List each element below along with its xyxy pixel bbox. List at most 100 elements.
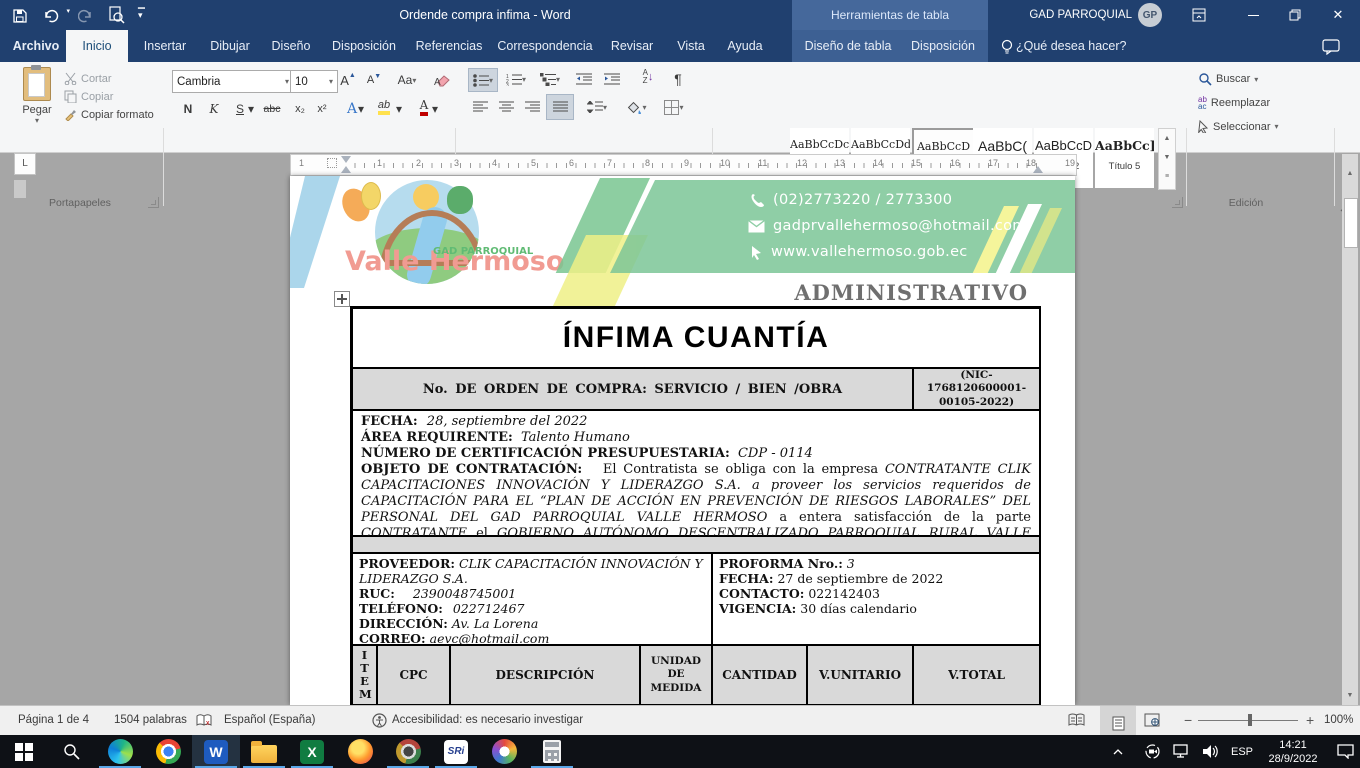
start-button[interactable] [0,735,48,768]
text-effects-chevron[interactable]: ▾ [356,98,366,120]
tell-me-box[interactable]: ¿Qué desea hacer? [1016,30,1146,62]
tab-diseno[interactable]: Diseño [264,30,318,62]
bullets-button[interactable]: ▾ [468,68,498,92]
qat-customize-icon[interactable]: ▔▾ [138,8,145,30]
font-name-combobox[interactable]: Cambria▾ [172,70,294,93]
taskbar-search[interactable] [48,735,96,768]
tab-vista[interactable]: Vista [668,30,714,62]
align-right-button[interactable] [520,96,544,118]
hanging-indent-marker[interactable] [341,166,351,173]
taskbar-edge[interactable] [96,735,144,768]
taskbar-paint[interactable] [480,735,528,768]
taskbar-sri[interactable]: SRi [432,735,480,768]
print-layout-icon[interactable] [1100,706,1136,735]
taskbar-word[interactable]: W [192,735,240,768]
tab-referencias[interactable]: Referencias [410,30,488,62]
change-case-button[interactable]: Aa▾ [392,69,422,91]
increase-indent-button[interactable] [600,68,624,90]
taskbar-chrome-profile[interactable] [384,735,432,768]
zoom-level[interactable]: 100% [1324,706,1353,735]
feedback-icon[interactable] [1322,38,1340,56]
horizontal-ruler[interactable]: 1 1 2 3 4 5 6 7 8 9 10 11 12 13 14 15 16… [290,154,1077,176]
bold-button[interactable]: N [176,98,200,120]
replace-button[interactable]: abac Reemplazar [1198,96,1270,110]
zoom-out-button[interactable]: − [1184,706,1192,735]
tray-meet-now-icon[interactable] [1138,735,1166,768]
account-name[interactable]: GAD PARROQUIAL [1022,0,1132,30]
line-spacing-button[interactable]: ▾ [582,96,612,118]
align-left-button[interactable] [468,96,492,118]
highlight-button[interactable]: ab [372,96,396,118]
style-titulo-5[interactable]: AaBbCc] Título 5 [1095,128,1154,188]
read-mode-icon[interactable] [1068,713,1085,729]
right-indent-marker[interactable] [1033,166,1043,173]
superscript-button[interactable]: x² [310,98,334,120]
shrink-font-button[interactable]: A▼ [362,69,386,91]
styles-gallery-scroll[interactable]: ▲▼≡ [1158,128,1176,190]
page-indicator[interactable]: Página 1 de 4 [18,706,89,735]
paste-button[interactable]: Pegar ▾ [14,67,60,125]
zoom-in-button[interactable]: + [1306,706,1314,735]
decrease-indent-button[interactable] [572,68,596,90]
borders-button[interactable]: ▾ [658,96,690,118]
close-button[interactable]: ✕ [1316,0,1360,30]
highlight-chevron[interactable]: ▾ [394,98,404,120]
word-count[interactable]: 1504 palabras [114,706,187,735]
taskbar-explorer[interactable] [240,735,288,768]
strikethrough-button[interactable]: abc [260,98,284,120]
taskbar-calculator[interactable] [528,735,576,768]
undo-icon[interactable]: ▾ [42,7,70,25]
tray-volume-icon[interactable] [1196,735,1224,768]
tab-revisar[interactable]: Revisar [602,30,662,62]
tray-language[interactable]: ESP [1226,735,1258,768]
tab-dibujar[interactable]: Dibujar [202,30,258,62]
scroll-up-arrow[interactable]: ▲ [1342,170,1358,177]
styles-dialog-launcher[interactable] [1172,197,1183,208]
vertical-scrollbar[interactable]: ▲ ▼ [1342,154,1358,705]
tab-archivo[interactable]: Archivo [12,30,60,62]
taskbar-firefox[interactable] [336,735,384,768]
tab-diseno-de-tabla[interactable]: Diseño de tabla [796,30,900,62]
numbering-button[interactable]: 123▾ [502,68,530,90]
first-line-indent-marker[interactable] [341,156,351,163]
ribbon-display-options-icon[interactable] [1178,0,1220,30]
select-button[interactable]: Seleccionar▾ [1198,120,1279,133]
pilcrow-button[interactable]: ¶ [666,68,690,90]
scrollbar-thumb[interactable] [1344,198,1358,248]
shading-button[interactable]: ▾ [622,96,652,118]
avatar[interactable]: GP [1138,3,1162,27]
tab-disposicion[interactable]: Disposición [324,30,404,62]
print-preview-icon[interactable] [108,6,125,24]
font-color-chevron[interactable]: ▾ [430,98,440,120]
multilevel-list-button[interactable]: ▾ [536,68,564,90]
scroll-down-arrow[interactable]: ▼ [1342,692,1358,699]
font-size-combobox[interactable]: 10▾ [290,70,338,93]
accessibility-status[interactable]: Accesibilidad: es necesario investigar [392,706,583,735]
zoom-slider-thumb[interactable] [1248,714,1252,726]
tray-show-hidden-icons[interactable] [1104,735,1132,768]
restore-button[interactable] [1274,0,1316,30]
format-painter-button[interactable]: Copiar formato [64,108,154,121]
tab-inicio[interactable]: Inicio [66,30,128,62]
cut-button[interactable]: Cortar [64,72,112,85]
tab-correspondencia[interactable]: Correspondencia [494,30,596,62]
align-center-button[interactable] [494,96,518,118]
grow-font-button[interactable]: A▲ [336,69,360,91]
sort-button[interactable]: AZ↓ [636,66,660,88]
find-button[interactable]: Buscar▾ [1198,72,1258,86]
tab-disposicion-tabla[interactable]: Disposición [902,30,984,62]
clipboard-dialog-launcher[interactable] [148,197,159,208]
tray-action-center-icon[interactable] [1330,735,1360,768]
subscript-button[interactable]: x₂ [288,98,312,120]
table-column-marker[interactable] [327,158,337,168]
underline-chevron[interactable]: ▾ [246,98,256,120]
tab-insertar[interactable]: Insertar [134,30,196,62]
save-icon[interactable] [12,7,28,25]
tab-stop-selector[interactable]: L [14,153,36,175]
table-move-handle-icon[interactable] [334,291,350,307]
italic-button[interactable]: K [202,98,226,120]
copy-button[interactable]: Copiar [64,90,113,103]
redo-icon[interactable] [78,7,94,25]
proofing-icon[interactable]: x [196,713,212,729]
zoom-slider-track[interactable] [1198,720,1298,721]
